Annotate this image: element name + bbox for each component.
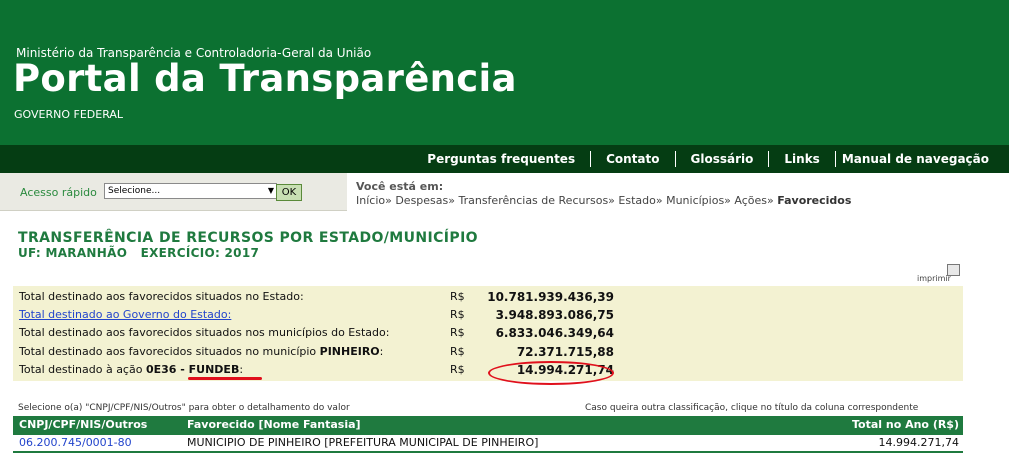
government-label: GOVERNO FEDERAL: [14, 108, 124, 121]
summary-value: 3.948.893.086,75: [495, 308, 614, 322]
breadcrumb-current: Favorecidos: [777, 194, 852, 207]
summary-currency: R$: [450, 290, 465, 303]
nav-manual[interactable]: Manual de navegação: [836, 151, 989, 167]
table-row: 06.200.745/0001-80 MUNICIPIO DE PINHEIRO…: [13, 435, 963, 453]
top-nav: Perguntas frequentes Contato Glossário L…: [0, 145, 1009, 173]
table-hint-right: Caso queira outra classificação, clique …: [585, 403, 919, 413]
print-label[interactable]: imprimir: [917, 274, 951, 283]
nav-faq[interactable]: Perguntas frequentes: [412, 151, 592, 167]
quick-access-select[interactable]: Selecione... ▼: [104, 183, 277, 199]
cnpj-link[interactable]: 06.200.745/0001-80: [19, 436, 132, 449]
site-header: Ministério da Transparência e Controlado…: [0, 0, 1009, 145]
summary-label-tail: :: [379, 345, 384, 358]
page-title: TRANSFERÊNCIA DE RECURSOS POR ESTADO/MUN…: [18, 230, 478, 246]
nav-glossary[interactable]: Glossário: [676, 151, 770, 167]
summary-currency: R$: [450, 308, 465, 321]
summary-currency: R$: [450, 326, 465, 339]
dropdown-arrow-icon[interactable]: ▼: [268, 184, 274, 198]
summary-label: Total destinado à ação 0E36 - FUNDEB:: [19, 363, 243, 376]
summary-label-tail: :: [239, 363, 244, 376]
column-header-total[interactable]: Total no Ano (R$): [852, 418, 959, 431]
summary-value: 10.781.939.436,39: [487, 290, 614, 304]
favorecido-name: MUNICIPIO DE PINHEIRO [PREFEITURA MUNICI…: [187, 436, 539, 449]
summary-currency: R$: [450, 363, 465, 376]
summary-label: Total destinado aos favorecidos situados…: [19, 345, 383, 358]
breadcrumb-label: Você está em:: [356, 180, 444, 193]
nav-contact[interactable]: Contato: [591, 151, 676, 167]
summary-box: Total destinado aos favorecidos situados…: [13, 286, 963, 381]
action-name: 0E36 - FUNDEB: [145, 363, 240, 376]
summary-label: Total destinado aos favorecidos situados…: [19, 326, 390, 339]
portal-title[interactable]: Portal da Transparência: [13, 57, 517, 100]
page-subtitle: UF: MARANHÃO EXERCÍCIO: 2017: [18, 246, 260, 260]
column-header-cnpj[interactable]: CNPJ/CPF/NIS/Outros: [19, 418, 147, 431]
summary-currency: R$: [450, 345, 465, 358]
summary-label: Total destinado aos favorecidos situados…: [19, 290, 304, 303]
breadcrumb: Início» Despesas» Transferências de Recu…: [356, 194, 851, 207]
breadcrumb-path[interactable]: Início» Despesas» Transferências de Recu…: [356, 194, 777, 207]
summary-value: 6.833.046.349,64: [495, 326, 614, 340]
quick-access-select-value: Selecione...: [108, 186, 161, 196]
governo-do-estado-link[interactable]: Total destinado ao Governo do Estado:: [19, 308, 231, 321]
municipality-name: PINHEIRO: [319, 345, 380, 358]
table-header: CNPJ/CPF/NIS/Outros Favorecido [Nome Fan…: [13, 416, 963, 435]
quick-access-panel: Acesso rápido Selecione... ▼ OK: [0, 173, 347, 211]
total-value: 14.994.271,74: [878, 436, 959, 449]
quick-access-label: Acesso rápido: [20, 186, 97, 199]
column-header-favorecido[interactable]: Favorecido [Nome Fantasia]: [187, 418, 361, 431]
nav-links[interactable]: Links: [769, 151, 836, 167]
summary-label-text: Total destinado aos favorecidos situados…: [19, 345, 320, 358]
summary-value-fundeb: 14.994.271,74: [516, 363, 614, 377]
print-button[interactable]: imprimir: [917, 264, 965, 283]
quick-access-ok-button[interactable]: OK: [276, 184, 302, 201]
summary-value: 72.371.715,88: [516, 345, 614, 359]
summary-label-text: Total destinado à ação: [19, 363, 146, 376]
table-hint-left: Selecione o(a) "CNPJ/CPF/NIS/Outros" par…: [18, 403, 350, 413]
